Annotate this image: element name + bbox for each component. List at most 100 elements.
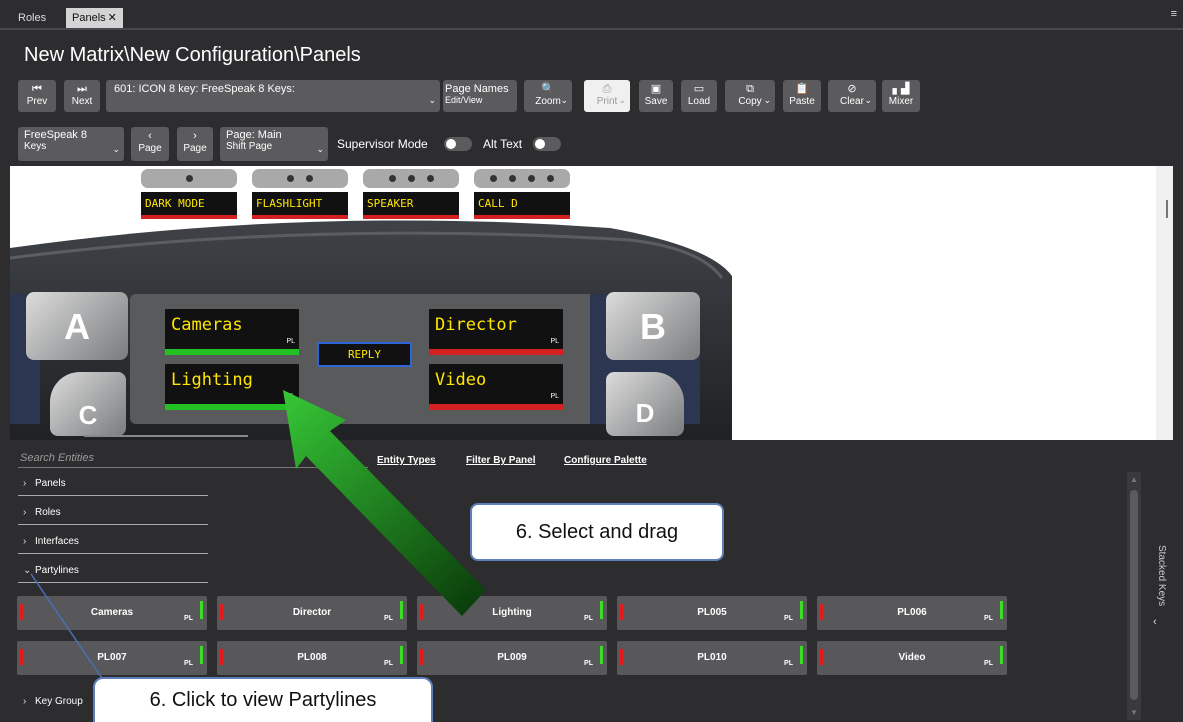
prev-button[interactable]: ⏮ Prev [18,80,56,112]
device-key-video[interactable]: Video PL [429,364,563,410]
canvas-horizontal-scroll-thumb[interactable] [84,435,248,437]
page-prev-button[interactable]: ‹ Page [131,127,169,161]
page-dropdown[interactable]: Page: Main Shift Page ⌄ [220,127,328,161]
top-key-4[interactable]: CALL D [474,169,570,219]
chevron-down-icon: ⌄ [428,95,436,105]
alt-text-label: Alt Text [483,137,523,151]
device-key-name: Lighting [171,370,253,390]
filter-by-panel-link[interactable]: Filter By Panel [466,455,535,466]
copy-label: Copy [738,96,762,107]
category-partylines[interactable]: ⌄ Partylines [18,565,208,583]
zoom-button[interactable]: 🔍 Zoom ⌄ [524,80,572,112]
chevron-right-icon: › [23,536,27,547]
category-roles[interactable]: › Roles [18,507,208,525]
partyline-tile[interactable]: PL009 PL [417,641,607,675]
copy-button[interactable]: ⧉ Copy ⌄ [725,80,775,112]
page-next-button[interactable]: › Page [177,127,213,161]
partyline-tag: PL [784,615,793,622]
chevron-left-icon[interactable]: ‹ [1153,616,1157,628]
canvas-vertical-scroll-thumb[interactable] [1166,200,1168,218]
clear-button[interactable]: ⊘ Clear ⌄ [828,80,876,112]
load-button[interactable]: ▭ Load [681,80,717,112]
top-key-1[interactable]: DARK MODE [141,169,237,219]
partyline-tile[interactable]: Director PL [217,596,407,630]
canvas-vertical-scrollbar[interactable] [1156,166,1173,440]
next-button[interactable]: ⏭ Next [64,80,100,112]
chevron-down-icon: ⌄ [560,95,568,105]
key-lcd: FLASHLIGHT [252,192,348,219]
search-entities-input[interactable]: Search Entities [18,452,368,468]
chevron-down-icon: ⌄ [618,95,626,105]
device-button-c: C [50,372,126,436]
partyline-name: Lighting [492,607,532,618]
category-label: Roles [35,507,61,518]
partyline-name: PL007 [97,652,127,663]
top-key-2[interactable]: FLASHLIGHT [252,169,348,219]
palette-scroll-thumb[interactable] [1130,490,1138,700]
device-button-b-label: B [640,306,666,347]
partyline-tile[interactable]: PL007 PL [17,641,207,675]
tab-panels[interactable]: Panels ✕ [66,8,123,28]
scroll-down-icon[interactable]: ▼ [1130,708,1138,717]
configure-palette-link[interactable]: Configure Palette [564,455,647,466]
close-icon[interactable]: ✕ [108,12,117,24]
partyline-tag: PL [184,660,193,667]
category-panels[interactable]: › Panels [18,478,208,496]
status-green [1000,646,1003,664]
partyline-tile[interactable]: PL008 PL [217,641,407,675]
save-button[interactable]: ▣ Save [639,80,673,112]
overflow-menu-icon[interactable]: ≡ [1171,8,1177,20]
scroll-up-icon[interactable]: ▲ [1130,475,1138,484]
partyline-tag: PL [784,660,793,667]
chevron-down-icon: ⌄ [316,144,324,154]
partyline-name: Director [292,607,332,618]
mixer-label: Mixer [888,96,914,107]
category-label: Interfaces [35,536,79,547]
category-interfaces[interactable]: › Interfaces [18,536,208,554]
print-button[interactable]: ⎙ Print ⌄ [584,80,630,112]
page-prev-label: Page [138,143,162,154]
supervisor-mode-toggle[interactable] [444,137,472,151]
chevron-left-icon: ‹ [148,130,152,142]
partyline-tag: PL [584,660,593,667]
entity-types-link[interactable]: Entity Types [377,455,436,466]
device-key-director[interactable]: Director PL [429,309,563,355]
device-button-b: B [606,292,700,360]
top-key-3[interactable]: SPEAKER [363,169,459,219]
partyline-tile[interactable]: Video PL [817,641,1007,675]
partyline-tile[interactable]: Cameras PL [17,596,207,630]
device-key-tag: PL [550,338,559,345]
mixer-button[interactable]: ▖▟ Mixer [882,80,920,112]
partyline-tile[interactable]: Lighting PL [417,596,607,630]
skip-forward-icon: ⏭ [77,83,87,95]
tab-bar [0,0,1183,30]
partyline-tile[interactable]: PL010 PL [617,641,807,675]
palette-scrollbar[interactable]: ▲ ▼ [1127,472,1141,720]
page-names-button[interactable]: Page Names Edit/View [443,80,517,112]
partyline-tile[interactable]: PL005 PL [617,596,807,630]
page-next-label: Page [183,143,207,154]
callout-select-drag: 6. Select and drag [470,503,724,561]
panel-select-dropdown[interactable]: 601: ICON 8 key: FreeSpeak 8 Keys: ⌄ [106,80,440,112]
category-key-group[interactable]: › Key Group [18,696,98,714]
device-button-c-label: C [78,400,98,430]
keyset-dropdown[interactable]: FreeSpeak 8 Keys ⌄ [18,127,124,161]
device-key-lighting[interactable]: Lighting PL [165,364,299,410]
device-key-cameras[interactable]: Cameras PL [165,309,299,355]
partyline-name: Video [898,652,926,663]
paste-button[interactable]: 📋 Paste [783,80,821,112]
partyline-tile[interactable]: PL006 PL [817,596,1007,630]
partyline-tag: PL [184,615,193,622]
page-sublabel: Shift Page [226,141,273,152]
tab-roles[interactable]: Roles [12,8,52,28]
partyline-name: PL009 [497,652,527,663]
callout-click-partylines: 6. Click to view Partylines [93,677,433,722]
tab-panels-label: Panels [72,12,106,24]
chevron-down-icon: ⌄ [864,95,872,105]
device-button-d: D [606,372,684,436]
stacked-keys-label[interactable]: Stacked Keys [1156,545,1167,606]
reply-key[interactable]: REPLY [317,342,412,367]
alt-text-toggle[interactable] [533,137,561,151]
partyline-tag: PL [984,660,993,667]
page-label: Page: Main [226,129,282,141]
